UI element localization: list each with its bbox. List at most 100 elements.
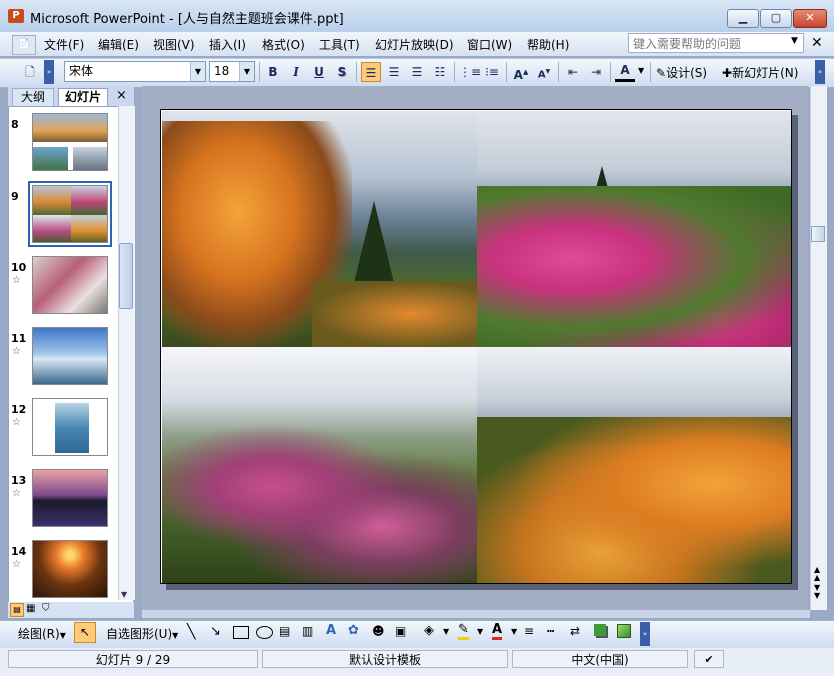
increase-font-size-icon[interactable]: A▲ — [511, 62, 531, 82]
menu-format[interactable]: 格式(O) — [262, 36, 305, 53]
chevron-down-icon[interactable]: ▼ — [638, 66, 644, 75]
slide-photo[interactable] — [477, 347, 791, 583]
bullet-list-icon[interactable]: ⁝≡ — [482, 62, 502, 82]
transition-star-icon: ☆ — [12, 346, 21, 357]
slide-sorter-view-icon[interactable]: ▦ — [26, 603, 35, 614]
slide-thumbnail-9[interactable] — [32, 185, 108, 243]
previous-slide-icon[interactable]: ▲ ▲ — [814, 566, 820, 582]
help-search-input[interactable]: 键入需要帮助的问题 — [628, 33, 804, 53]
shadow-button[interactable]: S — [332, 62, 352, 82]
new-document-icon[interactable]: 🗋 — [20, 62, 40, 82]
italic-button[interactable]: I — [286, 62, 306, 82]
close-document-icon[interactable]: ✕ — [811, 35, 823, 51]
slide-thumbnail-12[interactable] — [32, 398, 108, 456]
thumbnail-image — [33, 114, 107, 142]
clip-art-icon[interactable]: ☻ — [372, 624, 385, 638]
draw-menu-button[interactable]: 绘图(R)▼ — [18, 625, 66, 642]
close-button[interactable]: ✕ — [793, 9, 827, 28]
chevron-down-icon[interactable]: ▼ — [239, 62, 254, 81]
wordart-icon[interactable]: A — [326, 623, 336, 638]
toolbar-divider — [610, 62, 611, 82]
powerpoint-icon[interactable]: P — [8, 9, 24, 23]
slide-thumbnail-8[interactable] — [32, 113, 108, 171]
menu-tools[interactable]: 工具(T) — [319, 36, 360, 53]
chevron-down-icon[interactable]: ▼ — [511, 627, 517, 636]
menu-slideshow[interactable]: 幻灯片放映(D) — [375, 36, 454, 53]
slide-canvas[interactable] — [160, 109, 792, 584]
new-slide-button[interactable]: ✚新幻灯片(N) — [722, 64, 798, 81]
vertical-scrollbar-thumb[interactable] — [811, 226, 825, 242]
slide-thumbnail-11[interactable] — [32, 327, 108, 385]
align-center-button[interactable]: ☰ — [384, 62, 404, 82]
chevron-down-icon[interactable]: ▼ — [791, 36, 798, 46]
slide-thumbnail-14[interactable] — [32, 540, 108, 598]
rectangle-tool-icon[interactable] — [233, 626, 249, 639]
font-name-select[interactable]: 宋体 ▼ — [64, 61, 206, 82]
select-objects-icon[interactable]: ↖ — [74, 622, 96, 643]
toolbar-options-icon[interactable]: » — [44, 60, 54, 84]
numbered-list-icon[interactable]: ⋮≡ — [459, 62, 481, 82]
slide-thumbnail-13[interactable] — [32, 469, 108, 527]
toolbar-options-icon[interactable]: » — [640, 622, 650, 646]
slideshow-view-icon[interactable]: ⛉ — [42, 603, 50, 614]
chevron-down-icon[interactable]: ▼ — [443, 627, 449, 636]
slide-photo[interactable] — [162, 111, 477, 347]
arrow-style-icon[interactable]: ⇄ — [570, 624, 580, 638]
chevron-down-icon[interactable]: ▼ — [477, 627, 483, 636]
line-tool-icon[interactable]: ╲ — [187, 624, 195, 640]
slide-photo[interactable] — [162, 347, 477, 583]
chevron-down-icon[interactable]: ▼ — [190, 62, 205, 81]
menu-help[interactable]: 帮助(H) — [527, 36, 569, 53]
vertical-textbox-icon[interactable]: ▥ — [302, 624, 313, 638]
menu-edit[interactable]: 编辑(E) — [98, 36, 139, 53]
menu-insert[interactable]: 插入(I) — [209, 36, 246, 53]
autoshapes-menu-button[interactable]: 自选图形(U)▼ — [106, 625, 178, 642]
minimize-button[interactable]: ▁ — [727, 9, 759, 28]
menu-file[interactable]: 文件(F) — [44, 36, 84, 53]
spelling-check-icon[interactable]: ✔ — [694, 650, 724, 668]
pane-scrollbar[interactable] — [118, 106, 135, 600]
new-slide-icon: ✚ — [722, 66, 733, 80]
normal-view-icon[interactable]: ▤ — [10, 603, 24, 617]
fill-color-icon[interactable]: ◈ — [424, 623, 434, 638]
font-color-icon[interactable]: A — [615, 62, 635, 82]
arrow-tool-icon[interactable]: ↘ — [210, 624, 221, 639]
underline-button[interactable]: U — [309, 62, 329, 82]
document-icon[interactable]: 📄 — [12, 35, 36, 55]
align-left-button[interactable]: ☰ — [361, 62, 381, 82]
line-style-icon[interactable]: ≡ — [524, 624, 534, 638]
next-slide-icon[interactable]: ▼ ▼ — [814, 584, 820, 600]
align-right-button[interactable]: ☰ — [407, 62, 427, 82]
font-size-select[interactable]: 18 ▼ — [209, 61, 255, 82]
increase-indent-icon[interactable]: ⇥ — [586, 62, 606, 82]
pane-scrollbar-thumb[interactable] — [119, 243, 133, 309]
textbox-tool-icon[interactable]: ▤ — [279, 624, 290, 638]
slide-photo[interactable] — [477, 111, 791, 347]
justify-icon[interactable]: ☷ — [430, 62, 450, 82]
maximize-button[interactable]: ▢ — [760, 9, 792, 28]
tab-outline[interactable]: 大纲 — [12, 88, 54, 106]
thumbnail-image — [33, 147, 68, 170]
slide-thumbnail-10[interactable] — [32, 256, 108, 314]
3d-style-icon[interactable] — [617, 624, 631, 638]
oval-tool-icon[interactable] — [256, 626, 273, 639]
vertical-scrollbar[interactable] — [810, 86, 827, 610]
shadow-style-icon[interactable] — [594, 624, 606, 636]
design-button[interactable]: ✎设计(S) — [656, 64, 707, 81]
insert-picture-icon[interactable]: ▣ — [395, 624, 406, 638]
tab-slides[interactable]: 幻灯片 — [58, 88, 108, 106]
diagram-icon[interactable]: ✿ — [348, 623, 359, 638]
decrease-font-size-icon[interactable]: A▼ — [534, 62, 554, 82]
line-color-icon[interactable]: ✎ — [458, 623, 469, 640]
close-icon[interactable]: × — [116, 88, 127, 103]
scroll-down-icon[interactable]: ▼ — [121, 590, 127, 599]
horizontal-scrollbar[interactable] — [142, 610, 810, 618]
dash-style-icon[interactable]: ┅ — [547, 624, 554, 638]
decrease-indent-icon[interactable]: ⇤ — [563, 62, 583, 82]
bold-button[interactable]: B — [263, 62, 283, 82]
toolbar-options-icon[interactable]: » — [815, 60, 825, 84]
font-color-icon[interactable]: A — [492, 623, 503, 640]
toolbar-divider — [558, 62, 559, 82]
menu-view[interactable]: 视图(V) — [153, 36, 195, 53]
menu-window[interactable]: 窗口(W) — [467, 36, 512, 53]
